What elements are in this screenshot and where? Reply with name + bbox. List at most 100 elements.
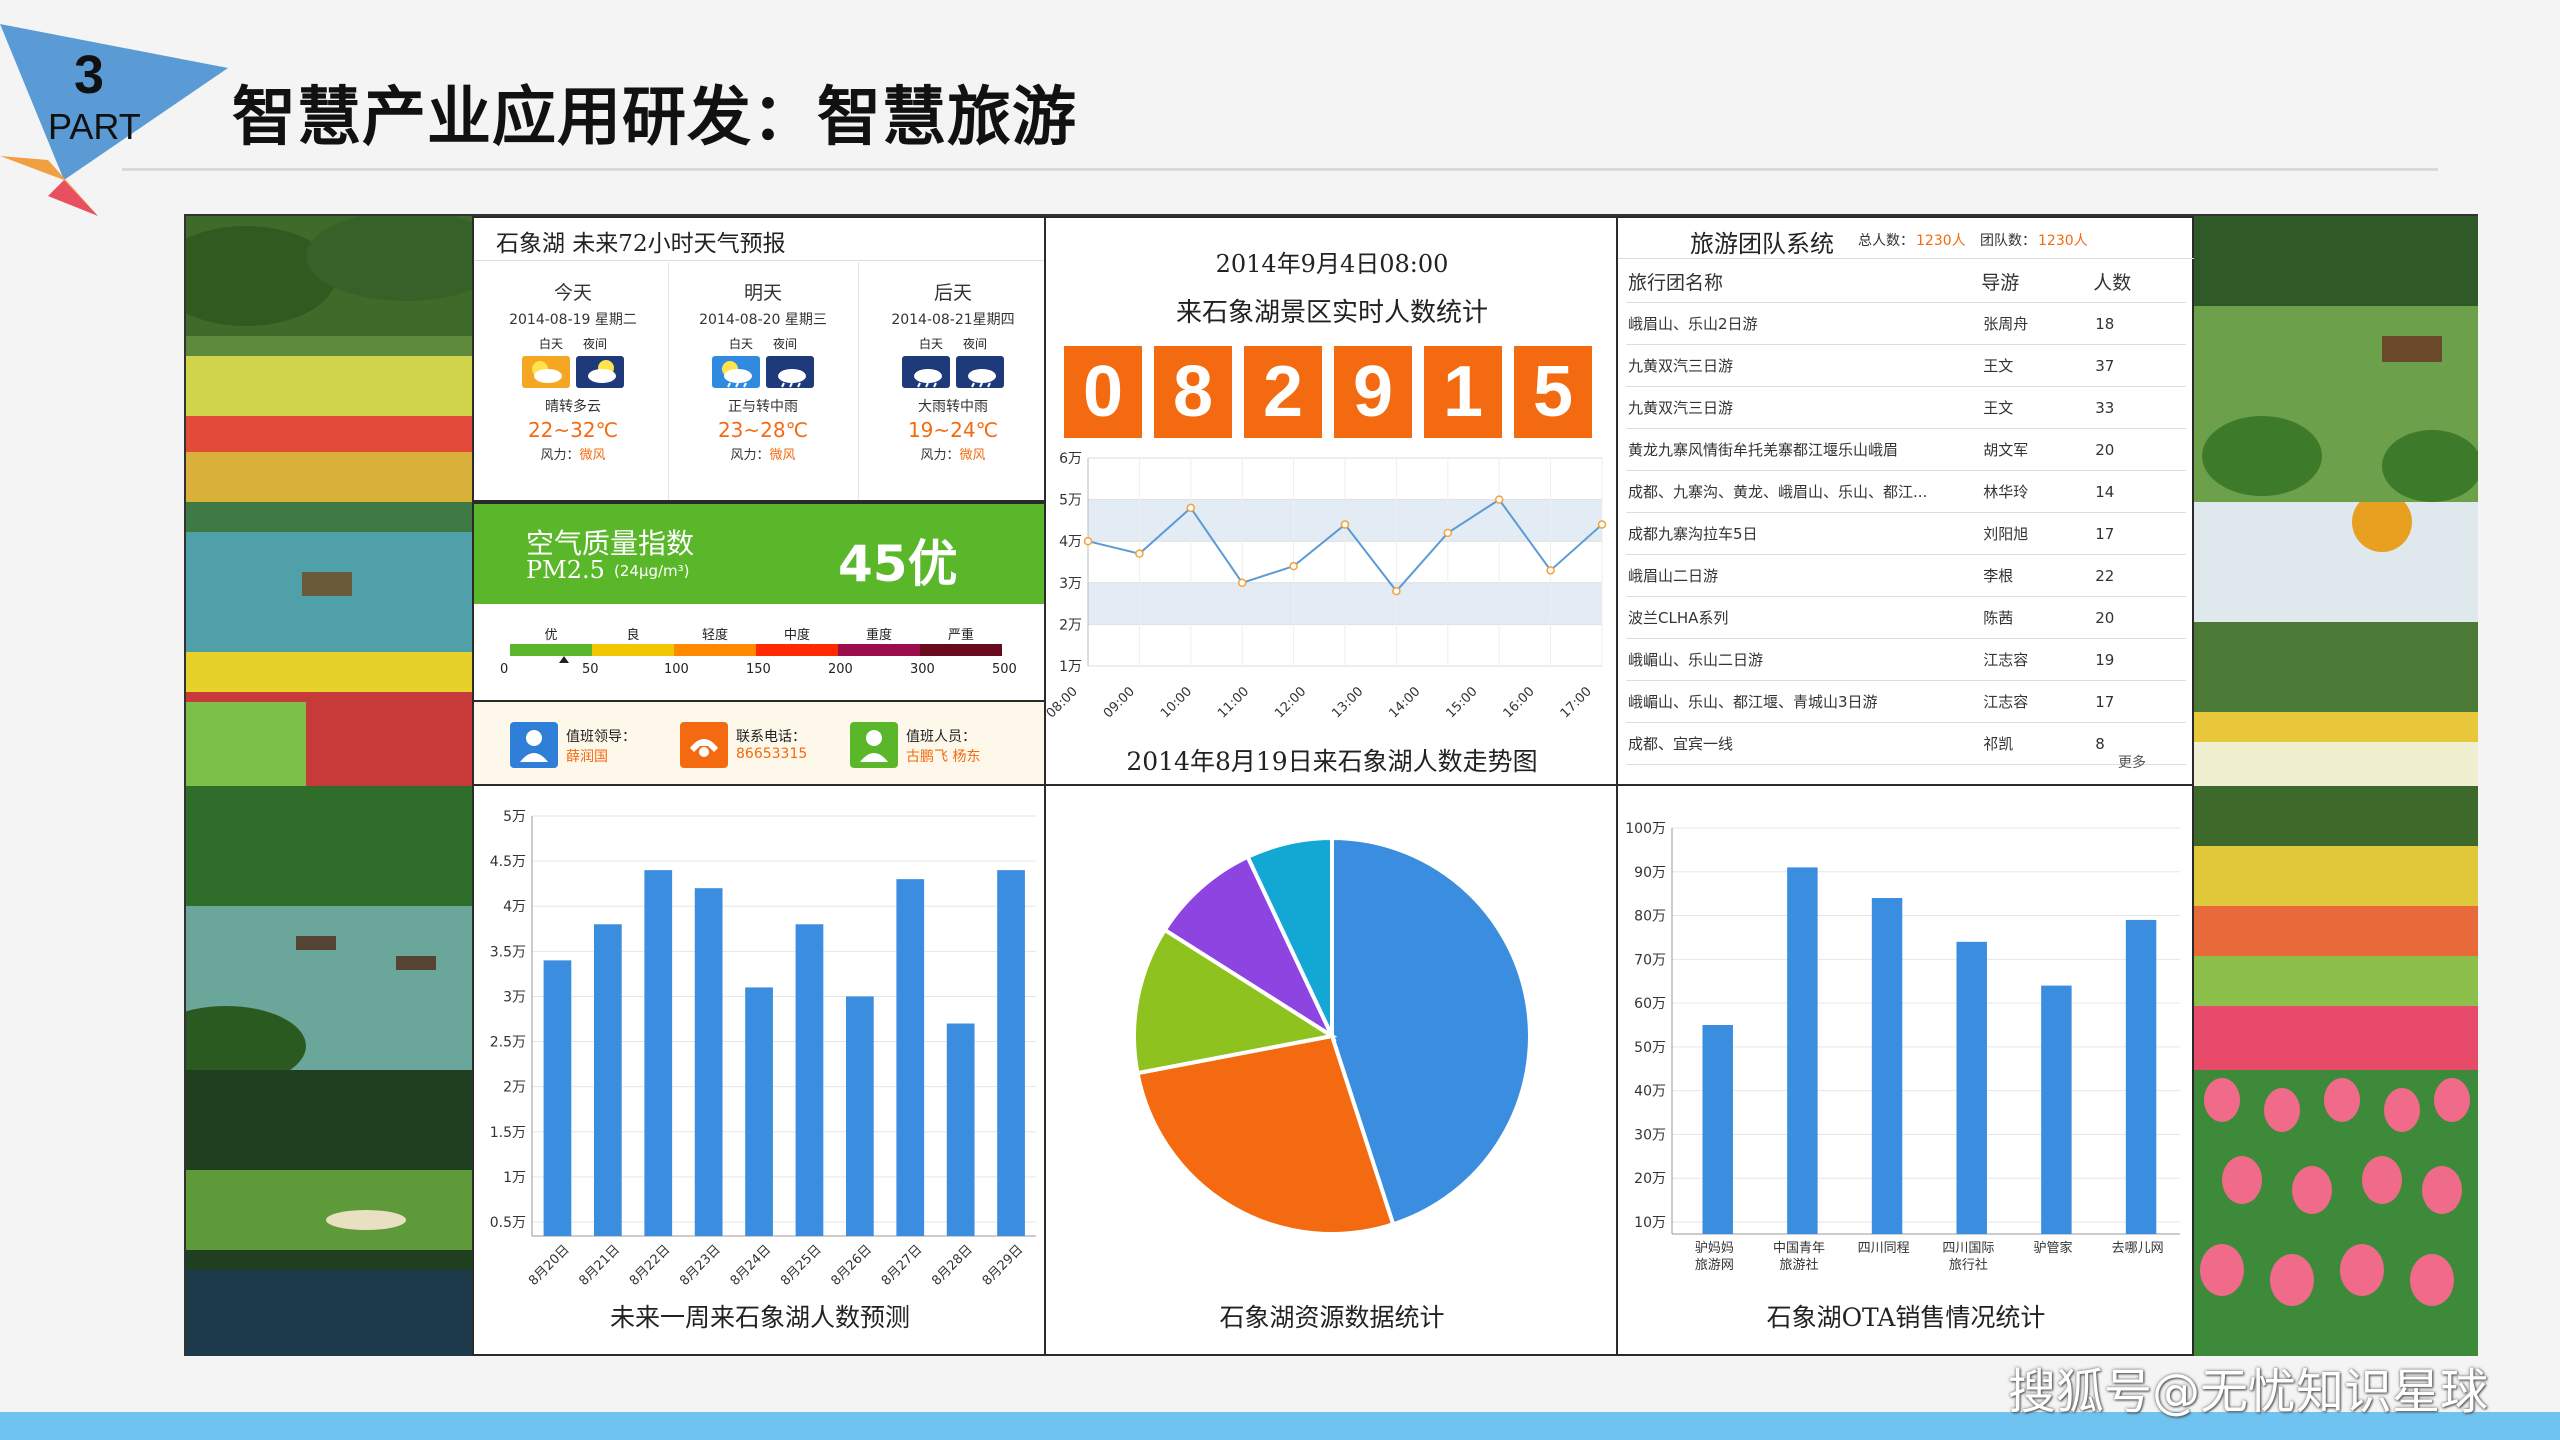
forecast-bar-chart: 0.5万 1万 1.5万 2万 2.5万 3万 3.5万 4万 4.5万 5万 8月20日 8月21日… xyxy=(490,809,1036,1286)
ota-y-tick: 60万 xyxy=(1634,996,1666,1012)
team-row[interactable]: 峨嵋山、乐山二日游 江志容 19 xyxy=(1626,638,2186,681)
air-quality-panel: 空气质量指数 PM2.5 (24μg/m³) 45优 优 良 轻度 中度 重度 严重 0 50… xyxy=(472,502,1046,702)
photo-balloon-tulips xyxy=(2192,502,2478,786)
ota-x-tick: 驴管家 xyxy=(2033,1240,2072,1256)
aqi-level-bar xyxy=(756,644,838,656)
aqi-level-label: 严重 xyxy=(947,628,974,643)
weather-icons xyxy=(668,356,858,390)
team-cell: 九黄双汽三日游 xyxy=(1626,344,1974,387)
ota-bar xyxy=(1702,1025,1733,1234)
team-cell: 峨嵋山、乐山二日游 xyxy=(1626,638,1974,681)
ota-bar-chart: 10万 20万 30万 40万 50万 60万 70万 80万 90万 100万驴妈妈旅游网 中国青… xyxy=(1625,821,2180,1273)
forecast-bar xyxy=(946,1023,975,1236)
trend-y-tick: 2万 xyxy=(1059,617,1082,633)
weather-day-label: 白天 xyxy=(918,337,943,351)
aqi-pm-label: PM2.5 xyxy=(526,556,605,584)
visitor-count-digit: 2 xyxy=(1244,346,1322,438)
team-header-row: 旅行团名称 导游 人数 xyxy=(1626,260,2186,303)
trend-caption: 2014年8月19日来石象湖人数走势图 xyxy=(1126,747,1538,776)
forecast-x-tick: 8月22日 xyxy=(627,1242,674,1286)
weather-night-label: 夜间 xyxy=(963,337,988,351)
visitor-count-digit: 8 xyxy=(1154,346,1232,438)
team-row[interactable]: 峨嵋山、乐山、都江堰、青城山3日游 江志容 17 xyxy=(1626,680,2186,723)
team-cell: 刘阳旭 xyxy=(1973,512,2086,555)
team-row[interactable]: 黄龙九寨风情街牟托羌寨都江堰乐山峨眉 胡文军 20 xyxy=(1626,428,2186,471)
aqi-level-bar xyxy=(838,644,920,656)
team-row[interactable]: 成都九寨沟拉车5日 刘阳旭 17 xyxy=(1626,512,2186,555)
forecast-y-tick: 5万 xyxy=(503,809,526,825)
contact-label: 联系电话： xyxy=(736,729,806,745)
team-cell: 14 xyxy=(2085,470,2186,513)
contact-value: 薛润国 xyxy=(566,749,608,765)
team-row[interactable]: 峨眉山、乐山2日游 张周舟 18 xyxy=(1626,302,2186,345)
forecast-y-tick: 1万 xyxy=(503,1170,526,1186)
aqi-tick: 100 xyxy=(664,662,689,677)
weather-temp: 23~28℃ xyxy=(717,418,809,442)
realtime-panel: 2014年9月4日08:00 来石象湖景区实时人数统计 082915 1万 2万 3… xyxy=(1044,216,1618,786)
trend-point xyxy=(1392,586,1401,596)
team-cell: 胡文军 xyxy=(1973,428,2086,471)
team-row[interactable]: 成都、九寨沟、黄龙、峨眉山、乐山、都江... 林华玲 14 xyxy=(1626,470,2186,513)
contact-value: 古鹏飞 杨东 xyxy=(906,749,981,765)
team-total: 1230人 xyxy=(1916,233,1966,249)
moon-cloud-icon xyxy=(576,356,624,388)
trend-x-tick: 17:00 xyxy=(1558,684,1595,721)
part-number: 3 xyxy=(74,45,105,105)
aqi-tick: 300 xyxy=(910,662,935,677)
weather-day-label: 白天 xyxy=(728,337,753,351)
team-cell: 33 xyxy=(2085,386,2186,429)
slide-title: 智慧产业应用研发：智慧旅游 xyxy=(232,81,1077,155)
team-cell: 18 xyxy=(2085,302,2186,345)
team-cell: 20 xyxy=(2085,428,2186,471)
forecast-x-tick: 8月28日 xyxy=(929,1242,976,1286)
team-row[interactable]: 峨眉山二日游 李根 22 xyxy=(1626,554,2186,597)
weather-day-name: 今天 xyxy=(553,282,592,304)
realtime-title: 来石象湖景区实时人数统计 xyxy=(1175,298,1488,328)
team-row[interactable]: 九黄双汽三日游 王文 37 xyxy=(1626,344,2186,387)
forecast-bar xyxy=(745,987,773,1236)
team-more-link[interactable]: 更多 xyxy=(2118,752,2146,772)
team-cell: 19 xyxy=(2085,638,2186,681)
aqi-value: 45优 xyxy=(838,535,958,593)
forecast-x-tick: 8月21日 xyxy=(576,1242,623,1286)
team-cell: 成都、九寨沟、黄龙、峨眉山、乐山、都江... xyxy=(1626,470,1974,513)
ota-x-tick: 旅游网 xyxy=(1695,1258,1734,1273)
team-title: 旅游团队系统 xyxy=(1690,230,1834,258)
trend-chart: 1万 2万 3万 4万 5万 6万 08:00 09:00 10:00 11:00 12:00 13:… xyxy=(1046,451,1607,721)
trend-point xyxy=(1237,578,1247,588)
team-row[interactable]: 波兰CLHA系列 陈茜 20 xyxy=(1626,596,2186,639)
team-row[interactable]: 成都、宜宾一线 祁凯 8 xyxy=(1626,722,2186,765)
forecast-x-tick: 8月24日 xyxy=(728,1242,775,1286)
trend-x-tick: 13:00 xyxy=(1329,684,1366,721)
trend-x-tick: 16:00 xyxy=(1501,684,1538,721)
ota-y-tick: 100万 xyxy=(1625,821,1666,837)
aqi-level-bar xyxy=(920,644,1002,656)
tour-team-panel: 旅游团队系统 总人数： 1230人 团队数： 1230人 旅行团名称 导游 人数 峨眉… xyxy=(1616,216,2194,786)
weather-panel: 石象湖 未来72小时天气预报 今天 2014-08-19 星期二 白天 夜间 晴转多云 2… xyxy=(472,216,1046,502)
team-cell: 祁凯 xyxy=(1973,722,2086,765)
forecast-y-tick: 1.5万 xyxy=(490,1125,526,1141)
trend-point xyxy=(1289,561,1298,571)
weather-daynight-labels: 白天 夜间 xyxy=(478,335,668,352)
forecast-panel: 0.5万 1万 1.5万 2万 2.5万 3万 3.5万 4万 4.5万 5万 8月20日 8月21日… xyxy=(472,784,1046,1356)
aqi-level-label: 重度 xyxy=(865,628,892,643)
team-cell: 峨眉山、乐山2日游 xyxy=(1626,302,1974,345)
team-cell: 37 xyxy=(2085,344,2186,387)
weather-wind-label: 风力： xyxy=(730,448,770,463)
weather-divider xyxy=(668,262,669,500)
team-cell: 波兰CLHA系列 xyxy=(1626,596,1974,639)
photo-flower-terraces xyxy=(2192,786,2478,1070)
ota-y-tick: 20万 xyxy=(1634,1171,1666,1187)
weather-desc: 正与转中雨 xyxy=(728,399,798,415)
weather-temp: 22~32℃ xyxy=(527,418,619,442)
team-table: 旅行团名称 导游 人数 峨眉山、乐山2日游 张周舟 18 九黄双汽三日游 王文 37 九黄双汽三日… xyxy=(1626,260,2186,765)
weather-wind: 风力：微风 xyxy=(858,444,1048,463)
team-row[interactable]: 九黄双汽三日游 王文 33 xyxy=(1626,386,2186,429)
forecast-y-tick: 2.5万 xyxy=(490,1035,526,1051)
ota-y-tick: 10万 xyxy=(1634,1215,1666,1231)
team-total-label: 总人数： xyxy=(1858,233,1914,249)
ota-x-tick: 四川同程 xyxy=(1858,1241,1910,1256)
sun-rain-icon xyxy=(712,356,760,388)
team-cell: 22 xyxy=(2085,554,2186,597)
ota-x-tick: 四川国际 xyxy=(1942,1241,1994,1256)
